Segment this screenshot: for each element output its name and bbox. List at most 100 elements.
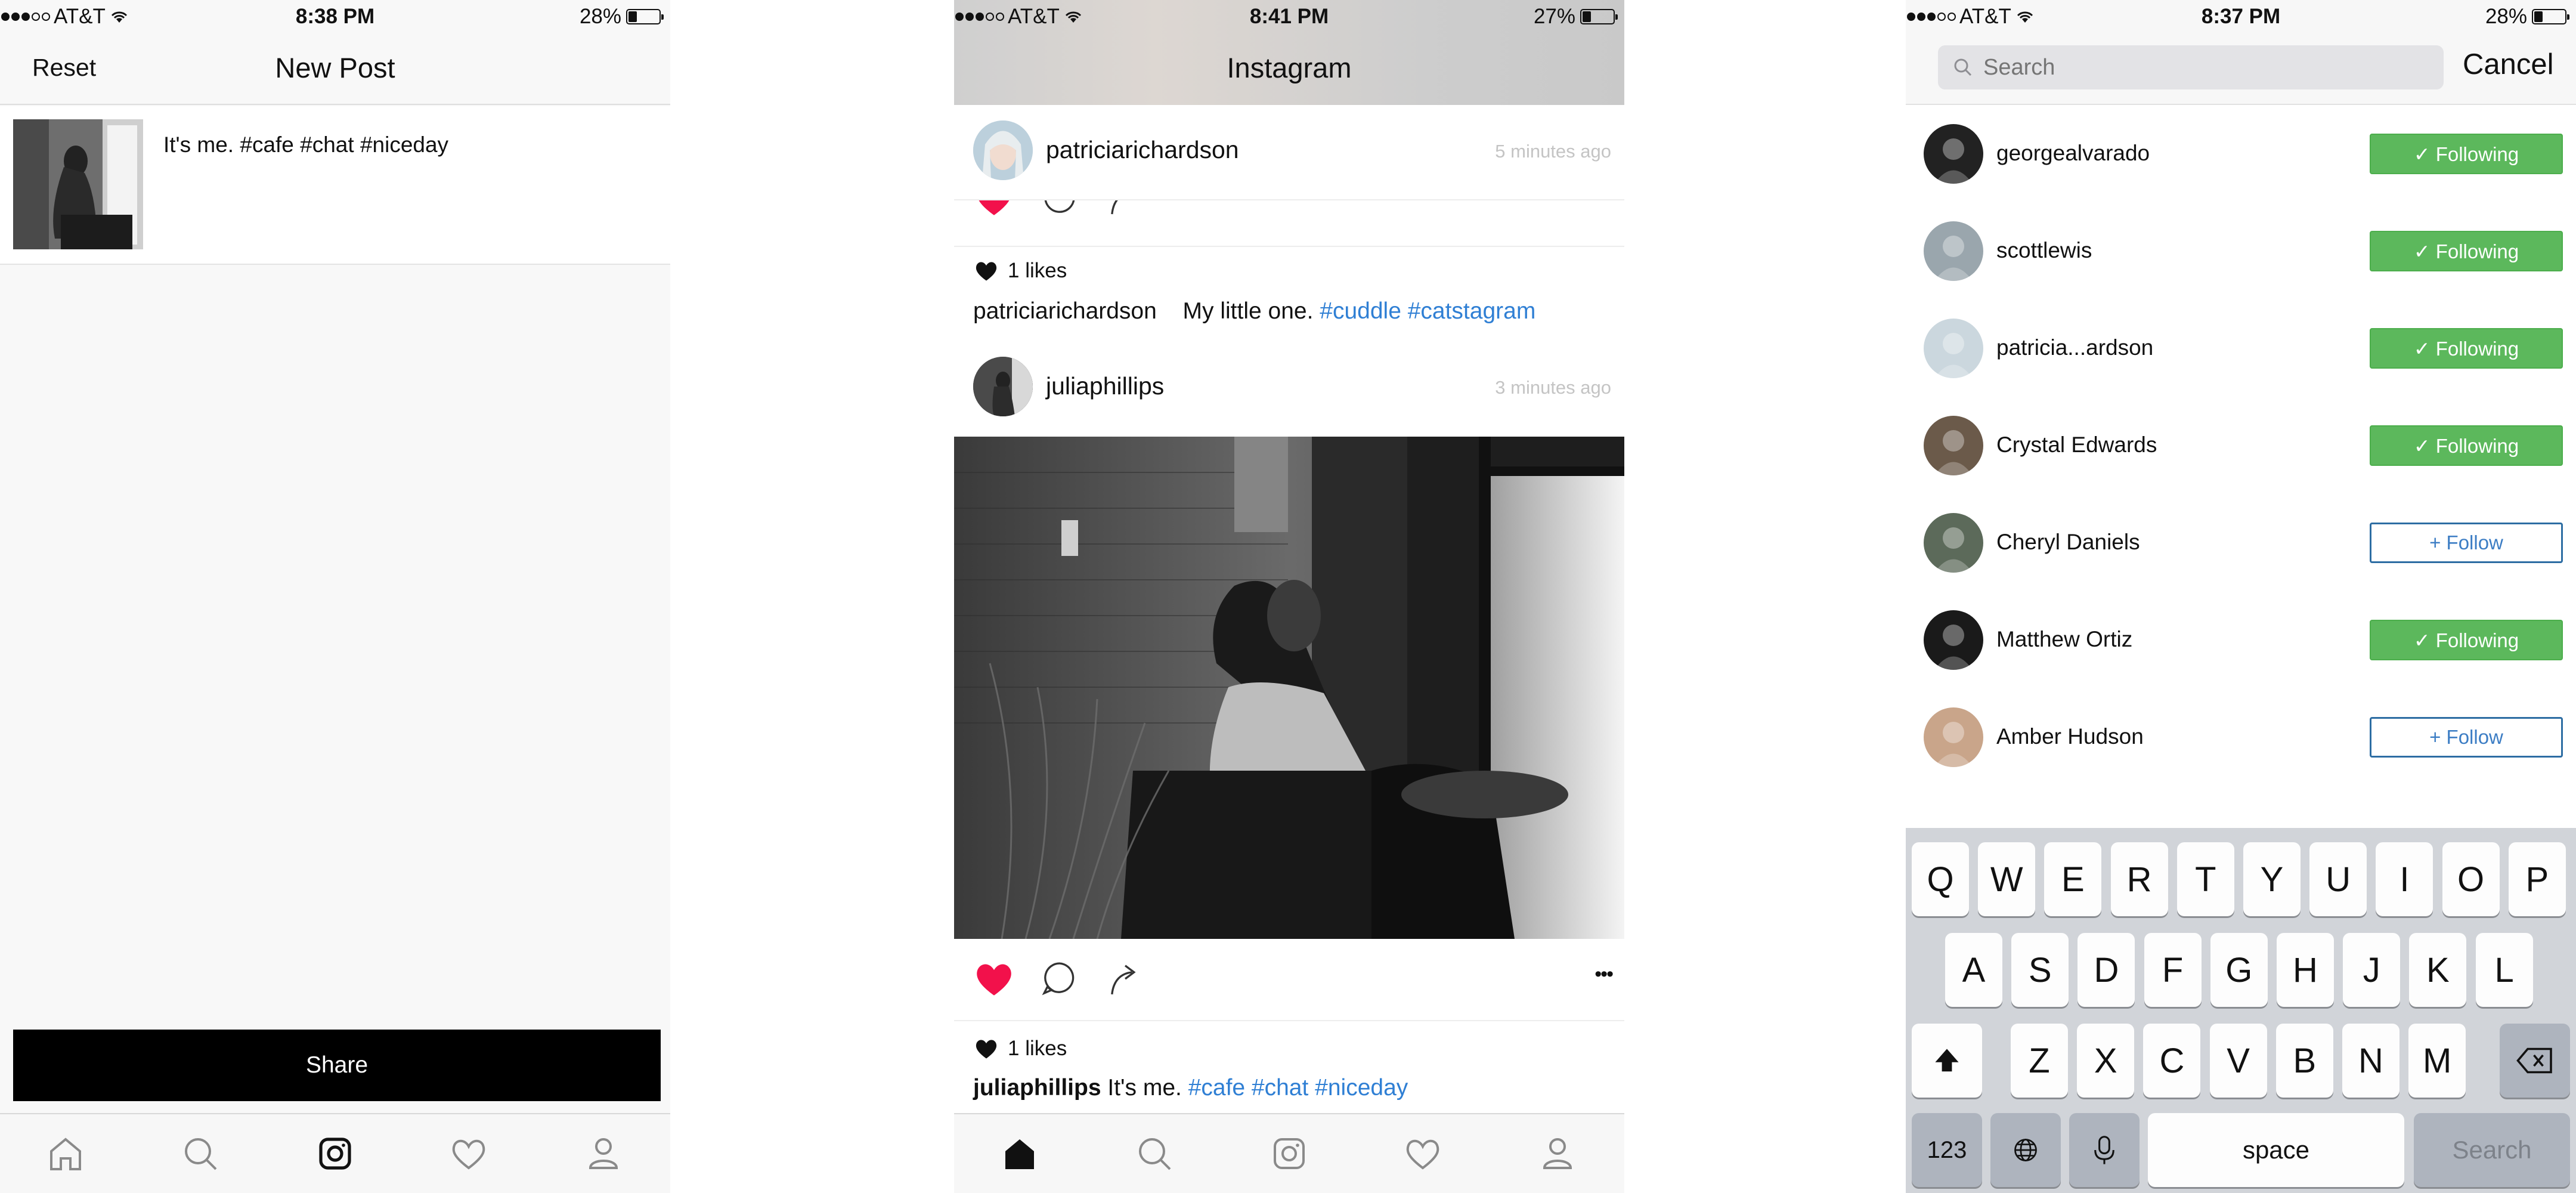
key-z[interactable]: Z [2011, 1024, 2068, 1098]
key-w[interactable]: W [1978, 842, 2036, 916]
key-h[interactable]: H [2277, 933, 2334, 1007]
dictation-key[interactable] [2069, 1113, 2140, 1187]
user-name[interactable]: Cheryl Daniels [1996, 530, 2140, 555]
following-button[interactable]: ✓ Following [2370, 134, 2563, 174]
key-g[interactable]: G [2210, 933, 2268, 1007]
likes-heart-icon [976, 1040, 997, 1059]
follow-button[interactable]: + Follow [2370, 717, 2563, 758]
avatar[interactable] [973, 357, 1033, 416]
profile-icon [1543, 1138, 1572, 1169]
like-heart-icon[interactable] [972, 957, 1016, 1001]
search-key[interactable]: Search [2414, 1113, 2570, 1187]
globe-key[interactable] [1990, 1113, 2061, 1187]
like-heart-icon[interactable] [972, 200, 1016, 221]
tab-search[interactable] [1131, 1130, 1178, 1177]
caption-hashtags[interactable]: #cafe #chat #niceday [1188, 1075, 1408, 1101]
backspace-icon [2516, 1047, 2552, 1074]
following-button[interactable]: ✓ Following [2370, 328, 2563, 369]
tab-camera[interactable] [1265, 1130, 1313, 1177]
avatar[interactable] [1924, 319, 1983, 378]
tab-profile[interactable] [580, 1130, 627, 1177]
user-name[interactable]: Matthew Ortiz [1996, 627, 2132, 652]
key-o[interactable]: O [2442, 842, 2500, 916]
post-photo[interactable] [954, 437, 1624, 939]
avatar[interactable] [1924, 124, 1983, 184]
key-x[interactable]: X [2077, 1024, 2135, 1098]
tab-activity[interactable] [1399, 1130, 1447, 1177]
tab-home[interactable] [996, 1130, 1044, 1177]
share-arrow-icon[interactable] [1103, 957, 1147, 1001]
user-row[interactable]: scottlewis ✓ Following [1906, 202, 2576, 299]
share-button[interactable]: Share [13, 1030, 661, 1101]
key-p[interactable]: P [2508, 842, 2566, 916]
key-m[interactable]: M [2408, 1024, 2466, 1098]
user-row[interactable]: georgealvarado ✓ Following [1906, 105, 2576, 202]
avatar[interactable] [973, 120, 1033, 180]
new-post-screen: AT&T 8:38 PM 28% Reset New Post It's me.… [0, 0, 670, 1193]
shift-key[interactable] [1912, 1024, 1982, 1098]
tab-camera[interactable] [311, 1130, 359, 1177]
avatar[interactable] [1924, 707, 1983, 767]
key-i[interactable]: I [2376, 842, 2433, 916]
user-row[interactable]: Matthew Ortiz ✓ Following [1906, 591, 2576, 688]
avatar[interactable] [1924, 513, 1983, 573]
user-name[interactable]: scottlewis [1996, 238, 2092, 263]
more-options-icon[interactable]: ••• [1594, 963, 1614, 986]
user-row[interactable]: patricia...ardson ✓ Following [1906, 299, 2576, 397]
numbers-key[interactable]: 123 [1912, 1113, 1982, 1187]
avatar[interactable] [1924, 416, 1983, 475]
tab-profile[interactable] [1534, 1130, 1581, 1177]
tab-home[interactable] [42, 1130, 89, 1177]
key-t[interactable]: T [2176, 842, 2234, 916]
user-name[interactable]: patricia...ardson [1996, 335, 2153, 360]
key-q[interactable]: Q [1912, 842, 1969, 916]
key-n[interactable]: N [2342, 1024, 2399, 1098]
status-time: 8:41 PM [1249, 5, 1329, 28]
comment-icon[interactable] [1038, 957, 1082, 1001]
key-u[interactable]: U [2309, 842, 2367, 916]
following-button[interactable]: ✓ Following [2370, 425, 2563, 466]
comment-icon[interactable] [1038, 200, 1082, 221]
delete-key[interactable] [2500, 1024, 2570, 1098]
avatar[interactable] [1924, 610, 1983, 670]
status-bar: AT&T 8:38 PM 28% [0, 0, 670, 33]
key-s[interactable]: S [2011, 933, 2069, 1007]
key-l[interactable]: L [2475, 933, 2533, 1007]
key-f[interactable]: F [2144, 933, 2202, 1007]
user-row[interactable]: Amber Hudson + Follow [1906, 688, 2576, 786]
follow-button[interactable]: + Follow [2370, 523, 2563, 563]
post-username[interactable]: patriciarichardson [1046, 136, 1239, 164]
post-username[interactable]: juliaphillips [1046, 372, 1164, 400]
user-name[interactable]: georgealvarado [1996, 141, 2150, 166]
caption-field[interactable]: It's me. #cafe #chat #niceday [163, 132, 448, 157]
caption-username[interactable]: patriciarichardson [973, 298, 1157, 324]
key-c[interactable]: C [2143, 1024, 2201, 1098]
caption-username[interactable]: juliaphillips [973, 1075, 1101, 1101]
button-label: ✓ Following [2413, 337, 2519, 360]
key-b[interactable]: B [2275, 1024, 2333, 1098]
space-key[interactable]: space [2148, 1113, 2404, 1187]
avatar[interactable] [1924, 221, 1983, 281]
cancel-button[interactable]: Cancel [2463, 48, 2554, 81]
search-input[interactable] [1983, 54, 2436, 81]
key-a[interactable]: A [1945, 933, 2002, 1007]
search-field[interactable] [1938, 45, 2444, 89]
share-arrow-icon[interactable] [1103, 200, 1147, 221]
user-row[interactable]: Cheryl Daniels + Follow [1906, 494, 2576, 591]
caption-hashtags[interactable]: #cuddle #catstagram [1320, 298, 1535, 324]
key-j[interactable]: J [2343, 933, 2401, 1007]
key-r[interactable]: R [2110, 842, 2168, 916]
tab-activity[interactable] [445, 1130, 493, 1177]
key-y[interactable]: Y [2243, 842, 2301, 916]
globe-icon [2014, 1139, 2037, 1161]
key-d[interactable]: D [2077, 933, 2135, 1007]
user-name[interactable]: Crystal Edwards [1996, 432, 2157, 458]
key-k[interactable]: K [2409, 933, 2467, 1007]
tab-search[interactable] [177, 1130, 224, 1177]
following-button[interactable]: ✓ Following [2370, 620, 2563, 660]
key-v[interactable]: V [2209, 1024, 2267, 1098]
user-row[interactable]: Crystal Edwards ✓ Following [1906, 397, 2576, 494]
following-button[interactable]: ✓ Following [2370, 231, 2563, 271]
user-name[interactable]: Amber Hudson [1996, 724, 2144, 749]
key-e[interactable]: E [2044, 842, 2102, 916]
